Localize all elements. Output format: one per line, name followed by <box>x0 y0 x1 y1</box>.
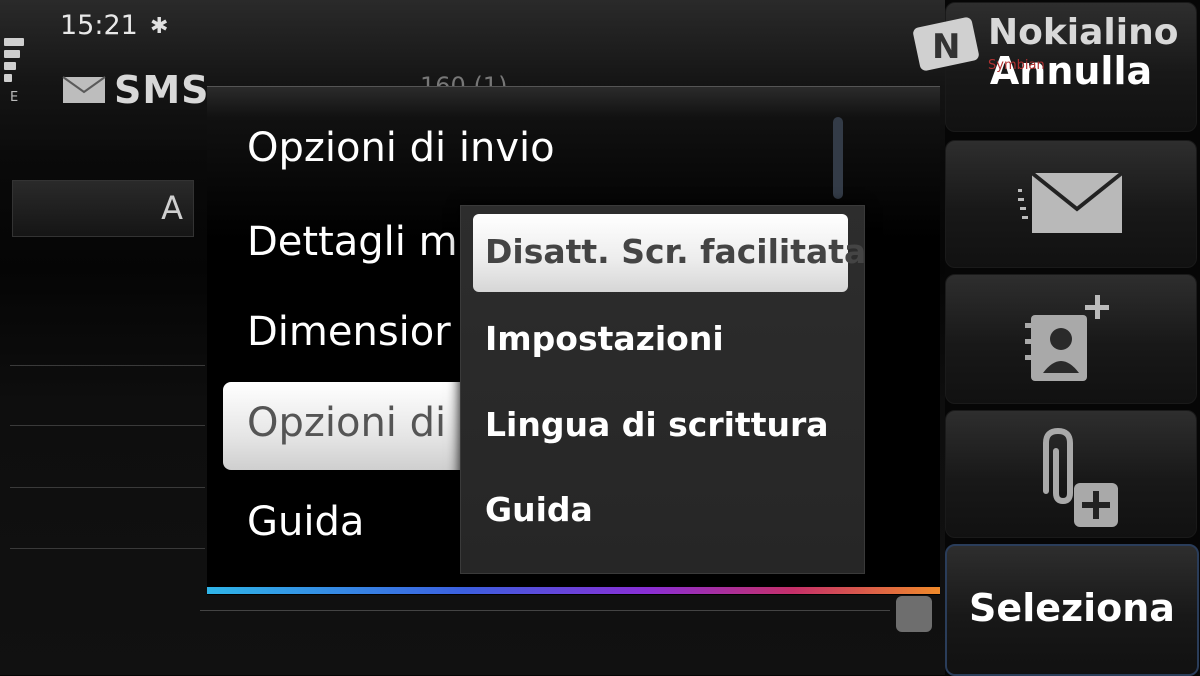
recipient-field[interactable]: A <box>12 180 194 237</box>
send-button[interactable] <box>945 140 1197 268</box>
divider <box>10 548 205 549</box>
watermark-logo: N Nokialino Symbian <box>910 8 1200 78</box>
menu-item-message-details[interactable]: Dettagli m <box>247 219 458 265</box>
menu-item-help[interactable]: Guida <box>247 499 364 545</box>
add-contact-button[interactable] <box>945 274 1197 404</box>
watermark-text: Nokialino <box>988 12 1179 53</box>
submenu-item-label: Disatt. Scr. facilitata <box>485 232 867 271</box>
select-button[interactable]: Seleziona <box>945 544 1199 676</box>
submenu-item-disable-predictive-text[interactable]: Disatt. Scr. facilitata <box>473 214 866 292</box>
clock: 15:21 <box>60 10 138 41</box>
submenu-item-writing-language[interactable]: Lingua di scrittura <box>485 405 829 444</box>
svg-text:N: N <box>932 27 960 67</box>
watermark-subtext: Symbian <box>988 58 1045 73</box>
scroll-handle[interactable] <box>896 596 932 632</box>
attach-icon <box>1043 427 1118 527</box>
signal-strength-icon: E <box>4 38 26 128</box>
menu-item-send-options[interactable]: Opzioni di invio <box>247 125 555 171</box>
menu-scrollbar[interactable] <box>833 117 843 199</box>
submenu-item-help[interactable]: Guida <box>485 490 593 529</box>
divider <box>10 425 205 426</box>
menu-accent-line <box>207 587 940 594</box>
select-button-label: Seleziona <box>969 586 1175 630</box>
menu-item-size[interactable]: Dimensior <box>247 309 451 355</box>
send-message-icon <box>1018 171 1124 233</box>
attach-button[interactable] <box>945 410 1197 538</box>
menu-item-label: Opzioni di <box>247 400 447 446</box>
nokialino-logo-icon: N <box>913 17 979 71</box>
right-toolbar: Annulla Seleziona <box>945 0 1200 676</box>
divider <box>10 365 205 366</box>
add-contact-icon <box>1025 295 1109 381</box>
submenu-item-settings[interactable]: Impostazioni <box>485 319 724 358</box>
divider <box>200 610 890 611</box>
envelope-icon <box>62 76 106 103</box>
page-title: SMS <box>114 68 210 112</box>
divider <box>10 487 205 488</box>
options-submenu: Disatt. Scr. facilitata Impostazioni Lin… <box>460 205 866 574</box>
recipient-label: A <box>161 189 183 227</box>
bluetooth-icon: ✱ <box>150 14 169 39</box>
network-type-label: E <box>10 90 19 105</box>
